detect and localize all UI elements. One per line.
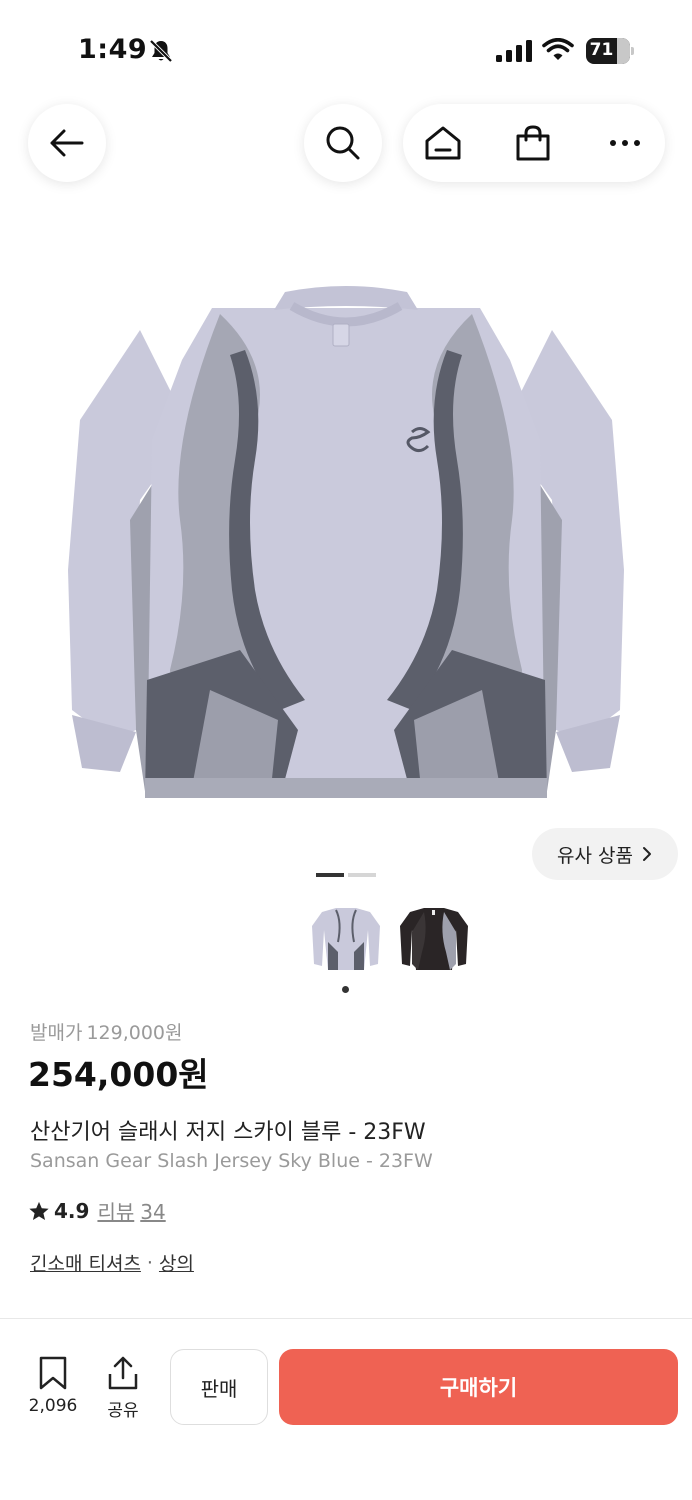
thumbnail-selected-indicator: [342, 986, 349, 993]
category-separator: ·: [146, 1251, 153, 1274]
sell-button[interactable]: 판매: [170, 1349, 268, 1425]
share-icon: [108, 1356, 138, 1390]
back-button[interactable]: [28, 104, 106, 182]
nav-actions: [403, 104, 665, 182]
more-horizontal-icon: [610, 140, 640, 146]
product-title: 산산기어 슬래시 저지 스카이 블루 - 23FW: [30, 1120, 426, 1145]
reviews-count: 34: [140, 1200, 166, 1224]
category-link-long-sleeve[interactable]: 긴소매 티셔츠: [30, 1249, 141, 1276]
rating: 4.9 리뷰 34: [28, 1196, 166, 1225]
bookmark-button[interactable]: 2,096: [18, 1354, 88, 1424]
carousel-indicator-active: [316, 873, 344, 877]
home-button[interactable]: [403, 104, 483, 182]
chevron-right-icon: [642, 847, 651, 861]
cellular-signal-icon: [496, 40, 532, 62]
more-button[interactable]: [585, 104, 665, 182]
reviews-label: 리뷰: [97, 1200, 135, 1224]
status-time: 1:49: [78, 34, 148, 65]
star-icon: [29, 1201, 49, 1220]
share-label: 공유: [107, 1401, 139, 1421]
shopping-bag-icon: [516, 125, 550, 161]
similar-products-button[interactable]: 유사 상품: [532, 828, 678, 880]
shopping-bag-button[interactable]: [493, 104, 573, 182]
bookmark-count: 2,096: [28, 1396, 78, 1416]
thumbnail-black[interactable]: [396, 902, 472, 978]
original-price-label: 발매가: [30, 1022, 83, 1044]
category-link-top[interactable]: 상의: [159, 1249, 194, 1276]
product-image[interactable]: [40, 270, 652, 810]
bookmark-icon: [39, 1356, 67, 1390]
battery-indicator: 71: [586, 38, 634, 64]
product-title-english: Sansan Gear Slash Jersey Sky Blue - 23FW: [30, 1150, 433, 1172]
wifi-icon: [542, 38, 574, 60]
carousel-indicator: [348, 873, 376, 877]
share-button[interactable]: 공유: [88, 1354, 158, 1424]
rating-score: 4.9: [54, 1198, 90, 1223]
search-button[interactable]: [304, 104, 382, 182]
category-breadcrumb: 긴소매 티셔츠 · 상의: [30, 1249, 194, 1276]
reviews-link[interactable]: 리뷰 34: [97, 1196, 165, 1225]
search-icon: [326, 126, 360, 160]
bell-slash-icon: [149, 39, 173, 63]
divider: [0, 1318, 692, 1319]
similar-products-label: 유사 상품: [557, 844, 633, 867]
home-icon: [425, 126, 461, 160]
battery-level: 71: [589, 40, 614, 60]
original-price: 발매가 129,000원: [30, 1018, 183, 1045]
buy-button[interactable]: 구매하기: [279, 1349, 678, 1425]
arrow-left-icon: [50, 129, 84, 157]
original-price-value: 129,000원: [86, 1022, 183, 1044]
status-bar: 1:49 71: [0, 0, 692, 100]
current-price: 254,000원: [28, 1055, 209, 1094]
thumbnail-sky-blue[interactable]: [308, 902, 384, 978]
